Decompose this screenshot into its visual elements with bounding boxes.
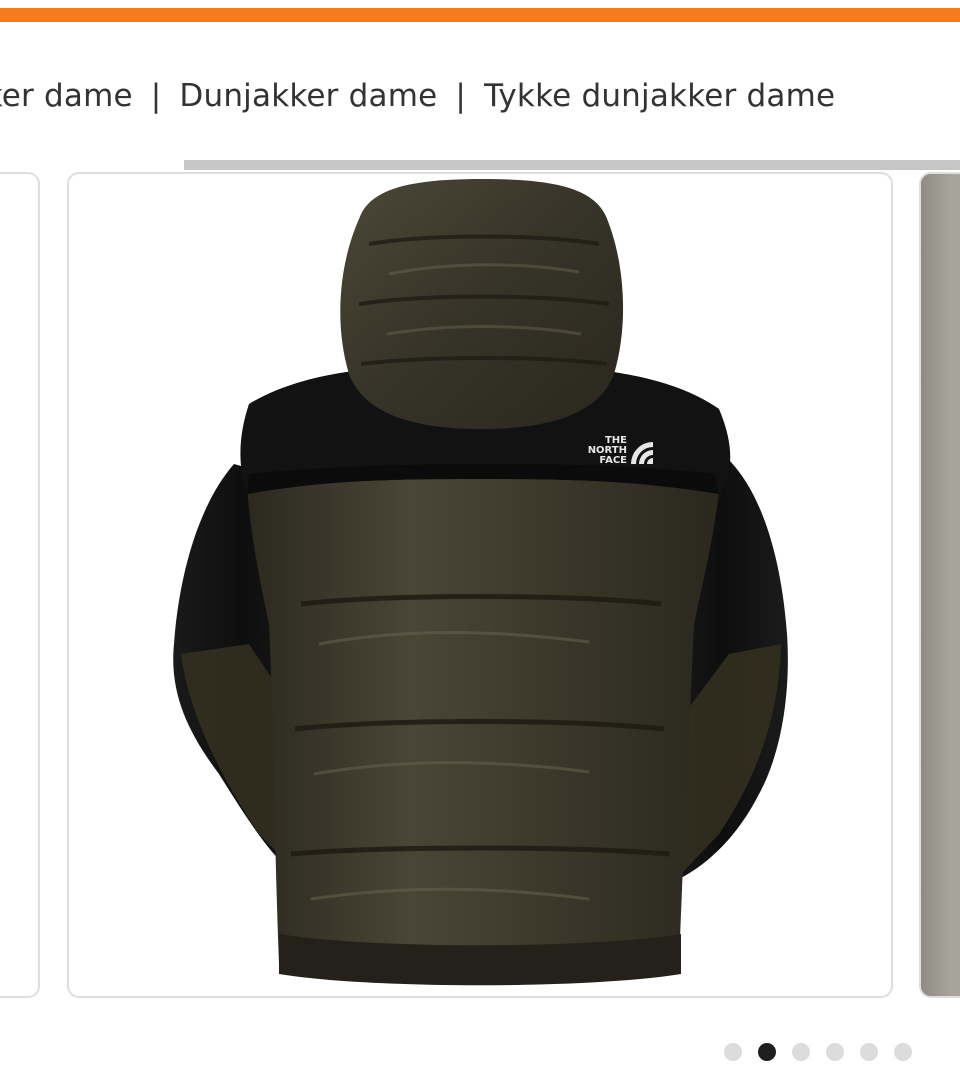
carousel-dot[interactable]: [724, 1043, 742, 1061]
jacket-hood: [340, 179, 624, 429]
logo-text-line-3: FACE: [599, 455, 627, 466]
carousel-slide-active[interactable]: THE NORTH FACE: [67, 172, 893, 998]
carousel-slide-previous[interactable]: [0, 172, 40, 998]
carousel-dot[interactable]: [894, 1043, 912, 1061]
breadcrumb: Jakker dame | Dunjakker dame | Tykke dunjakk…: [0, 76, 960, 120]
breadcrumb-separator: |: [455, 78, 467, 114]
carousel-scroll-indicator[interactable]: [184, 160, 960, 170]
product-page: Jakker dame | Dunjakker dame | Tykke dunjakk…: [0, 0, 960, 1092]
breadcrumb-item-tykke-dunjakker-dame[interactable]: Tykke dunjakker dame: [484, 78, 835, 114]
breadcrumb-item-jakker-dame[interactable]: Jakker dame: [0, 78, 133, 114]
carousel-pagination: [724, 1042, 912, 1062]
breadcrumb-item-dunjakker-dame[interactable]: Dunjakker dame: [179, 78, 437, 114]
carousel-dot-active[interactable]: [758, 1043, 776, 1061]
carousel-dot[interactable]: [792, 1043, 810, 1061]
top-accent-bar: [0, 8, 960, 22]
jacket-image: THE NORTH FACE: [173, 179, 788, 986]
carousel-dot[interactable]: [860, 1043, 878, 1061]
breadcrumb-separator: |: [150, 78, 162, 114]
breadcrumb-track: Jakker dame | Dunjakker dame | Tykke dunjakk…: [0, 78, 835, 114]
carousel-dot[interactable]: [826, 1043, 844, 1061]
carousel-slide-next[interactable]: [919, 172, 960, 998]
